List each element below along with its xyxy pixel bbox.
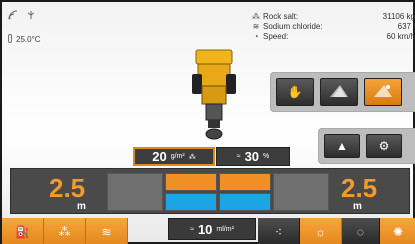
right-width-unit: m [353,201,362,212]
brine-button[interactable]: ≋ [86,218,128,244]
road-warning-button[interactable]: ▲ [324,134,360,158]
spread-pattern-icon: ⁖ [274,225,283,239]
liquid-dosage-display[interactable]: ≈ 10 ml/m² [168,218,256,240]
beacon-light-icon: ☼ [315,225,326,239]
salt-pile-icon: ⁂ [58,225,71,239]
road-spread-icon [328,83,350,102]
salt-pile-button[interactable]: ⁂ [44,218,86,244]
brine-waves-icon: ≋ [101,225,112,239]
speedometer-icon: ◔ [253,32,259,41]
salt-icon: ⁂ [188,153,196,161]
beacon-light-button[interactable]: ☼ [300,218,342,244]
dosage-settings-icon: ⛽ [15,225,30,239]
spread-pattern-button[interactable]: ⁖ [258,218,300,244]
road-mode-button[interactable] [320,78,358,106]
liquid-dosage-value: 10 [197,221,213,237]
info-label: Speed: [263,32,289,41]
ratio-icon: ≈ [236,153,241,160]
manual-mode-button[interactable]: ✋ [276,78,314,106]
material-info: ⁂ Rock salt: 31106 kg ≋ Sodium chloride: 6… [252,12,415,42]
status-icons [8,10,42,20]
info-row-speed: ◔ Speed: 60 km/h [252,32,415,42]
right-inner-sector-solid[interactable] [219,173,271,191]
solid-dosage-unit: g/m² [170,153,185,160]
work-light-icon: ✺ [392,225,404,239]
solid-dosage-value: 20 [152,149,167,164]
right-inner-sector-liquid[interactable] [219,193,271,211]
solid-dosage-display[interactable]: 20 g/m² ⁂ [133,147,215,166]
info-value: 60 km/h [386,32,415,41]
left-inner-sector-liquid[interactable] [165,193,217,211]
spread-mode-panel: ✋ [270,72,415,112]
auto-spread-icon [372,83,394,102]
right-width-value[interactable]: 2.5 [341,175,377,201]
gps-signal-icon [8,10,18,20]
right-outer-sector[interactable] [273,173,329,211]
left-width-value[interactable]: 2.5 [49,175,85,201]
road-warning-icon: ▲ [336,139,348,153]
brine-icon: ≋ [252,22,260,31]
left-inner-sector-solid[interactable] [165,173,217,191]
liquid-ratio-unit: % [263,153,270,160]
info-label: Rock salt: [263,12,299,21]
auto-mode-button[interactable] [364,78,402,106]
spread-width-bar: 2.5 m 2.5 m [10,168,410,214]
liquid-ratio-display[interactable]: ≈ 30 % [216,147,290,166]
spread-settings-icon: ⚙ [378,139,390,153]
spread-settings-button[interactable]: ⚙ [366,134,402,158]
info-label: Sodium chloride: [263,22,323,31]
spinner-disc-icon: ◌ [356,225,365,239]
left-outer-sector[interactable] [107,173,163,211]
dosage-settings-button[interactable]: ⛽ [2,218,44,244]
liquid-dosage-unit: ml/m² [216,225,234,233]
spreader-vehicle-image [188,46,240,146]
rock-salt-icon: ⁂ [252,12,260,21]
liquid-icon: ≈ [190,225,194,233]
work-light-button[interactable]: ✺ [380,218,415,244]
info-value: 31106 kg [382,12,415,21]
temperature-value: 25.0°C [16,35,41,44]
info-row-rock-salt: ⁂ Rock salt: 31106 kg [252,12,415,22]
secondary-panel: ▲ ⚙ [318,128,415,164]
thermometer-icon [8,34,12,43]
temperature-readout: 25.0°C [8,34,41,44]
liquid-ratio-value: 30 [244,149,260,164]
info-row-brine: ≋ Sodium chloride: 637 l [252,22,415,32]
left-width-unit: m [77,201,86,212]
antenna-icon [26,10,36,20]
info-value: 637 l [397,22,415,31]
spinner-disc-button[interactable]: ◌ [342,218,380,244]
manual-hand-icon: ✋ [287,85,303,99]
